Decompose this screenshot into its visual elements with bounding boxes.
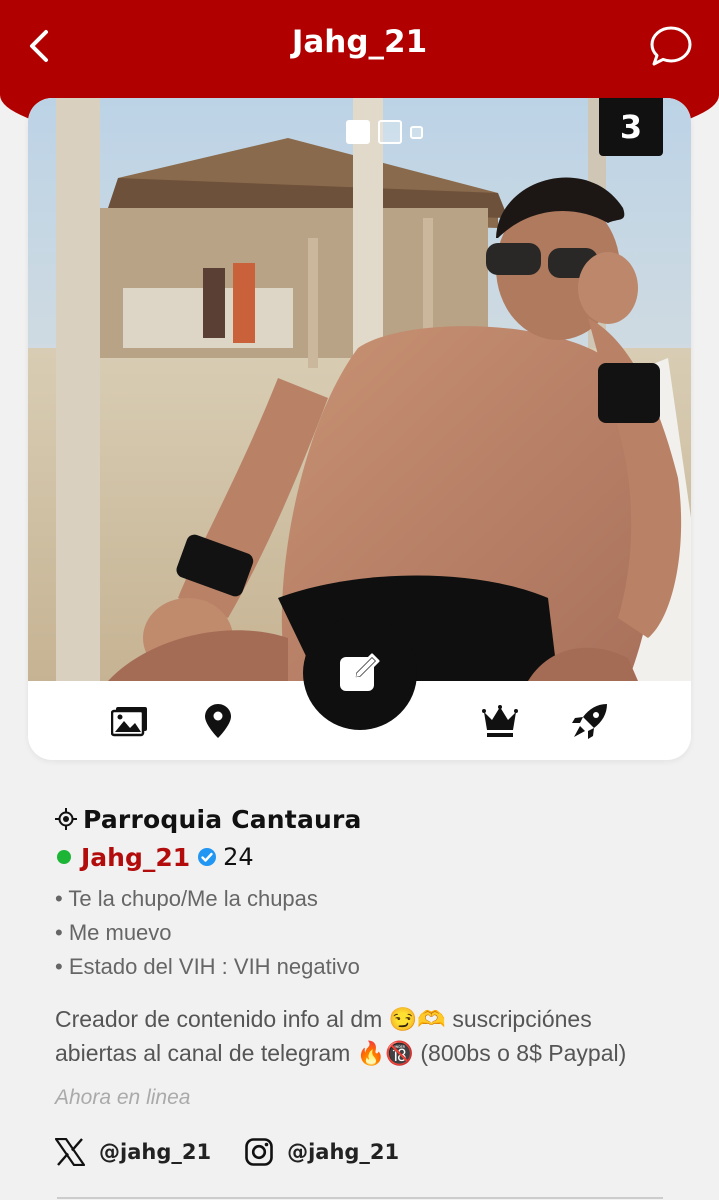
edit-icon	[340, 653, 380, 691]
photo-count-badge: 3	[599, 98, 663, 156]
edit-profile-button[interactable]	[303, 616, 417, 730]
gallery-button[interactable]	[110, 701, 150, 741]
online-status: Ahora en linea	[55, 1086, 191, 1109]
crosshair-icon	[55, 808, 77, 830]
page-title: Jahg_21	[291, 24, 428, 60]
rocket-icon	[572, 704, 607, 739]
pager-dot[interactable]	[346, 120, 370, 144]
social-links: @jahg_21 @jahg_21	[55, 1138, 675, 1166]
section-divider	[57, 1197, 663, 1199]
gallery-icon	[111, 707, 147, 737]
profile-info: Parroquia Cantaura Jahg_21 24 • Te la ch…	[55, 800, 675, 1166]
location-row: Parroquia Cantaura	[55, 800, 675, 838]
verified-badge-icon	[198, 848, 217, 866]
chat-bubble-icon	[650, 26, 692, 66]
boost-button[interactable]	[570, 701, 610, 741]
x-link[interactable]: @jahg_21	[55, 1138, 211, 1166]
x-logo-icon	[55, 1138, 85, 1166]
detail-list: • Te la chupo/Me la chupas • Me muevo • …	[55, 882, 675, 984]
profile-photo[interactable]: 3	[28, 98, 691, 681]
photo-pager[interactable]	[346, 120, 423, 144]
crown-icon	[482, 705, 518, 737]
premium-button[interactable]	[480, 701, 520, 741]
instagram-link[interactable]: @jahg_21	[245, 1138, 399, 1166]
x-handle: @jahg_21	[99, 1140, 212, 1164]
pager-dot[interactable]	[378, 120, 402, 144]
online-indicator	[57, 850, 71, 864]
username: Jahg_21	[81, 842, 191, 872]
age: 24	[223, 843, 254, 871]
location-button[interactable]	[198, 701, 238, 741]
location-pin-icon	[205, 704, 231, 738]
detail-item: • Me muevo	[55, 920, 172, 945]
pager-dot[interactable]	[410, 125, 423, 139]
location-text: Parroquia Cantaura	[83, 804, 362, 834]
instagram-icon	[245, 1138, 273, 1166]
instagram-handle: @jahg_21	[287, 1140, 400, 1164]
bio-text: Creador de contenido info al dm 😏🫶 suscr…	[55, 1006, 627, 1066]
detail-item: • Te la chupo/Me la chupas	[55, 886, 318, 911]
chat-button[interactable]	[649, 24, 693, 68]
name-row: Jahg_21 24	[55, 838, 675, 876]
detail-item: • Estado del VIH : VIH negativo	[55, 954, 360, 979]
